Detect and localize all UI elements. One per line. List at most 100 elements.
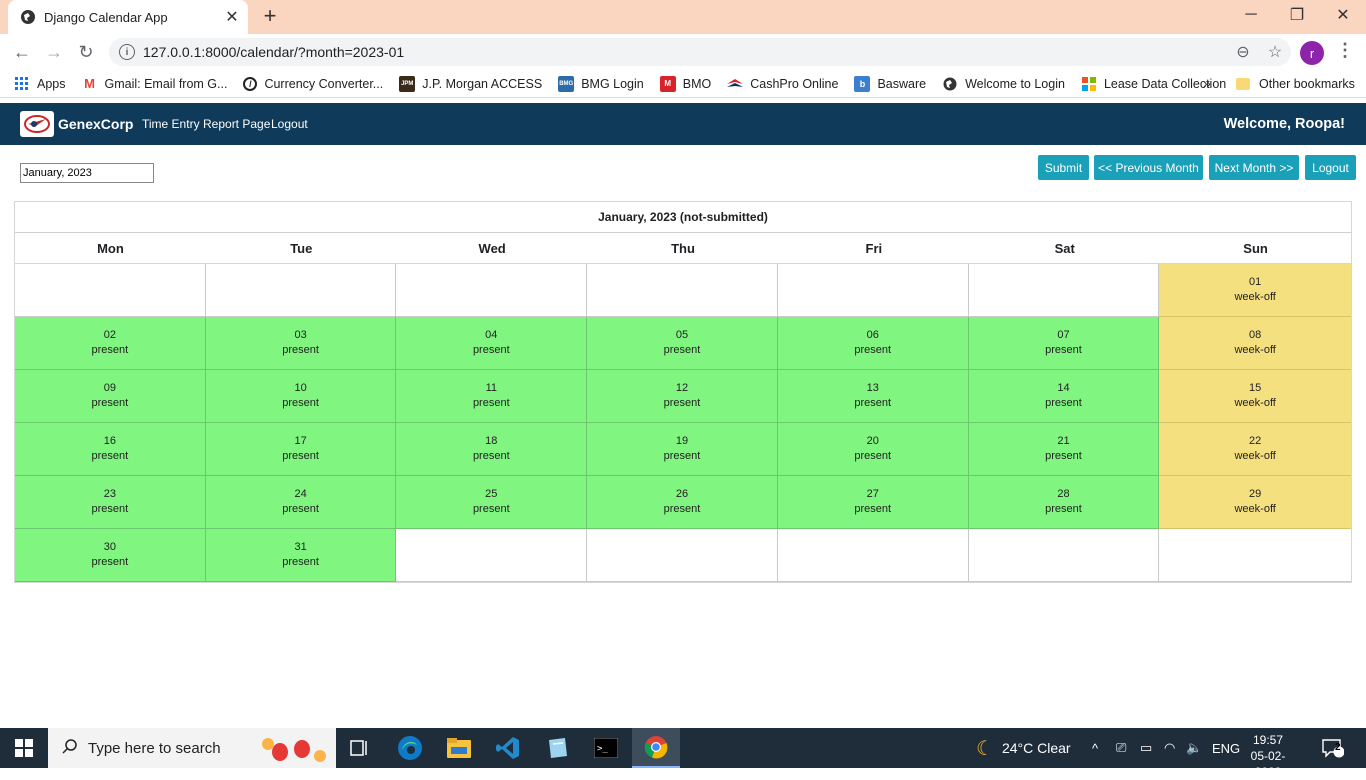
calendar-day-cell[interactable]: 16 present (15, 423, 206, 476)
close-window-icon[interactable]: ✕ (1320, 0, 1366, 30)
calendar-day-cell[interactable]: 14 present (968, 370, 1160, 423)
calendar-day-cell[interactable]: 18 present (396, 423, 588, 476)
show-hidden-icons[interactable]: ^ (1092, 728, 1098, 768)
wifi-icon[interactable]: ◠ (1164, 728, 1175, 768)
bookmark-star-icon[interactable]: ☆ (1259, 42, 1291, 62)
calendar-day-cell[interactable]: 13 present (777, 370, 969, 423)
app-icon[interactable] (541, 732, 573, 764)
next-month-button[interactable]: Next Month >> (1209, 155, 1299, 180)
svg-text:>_: >_ (597, 744, 608, 754)
back-icon[interactable]: ← (8, 38, 36, 66)
site-info-icon[interactable]: i (119, 44, 135, 60)
calendar-day-cell[interactable]: 02 present (15, 317, 206, 370)
terminal-icon[interactable]: >_ (590, 732, 622, 764)
chrome-menu-icon[interactable]: ⋮ (1336, 40, 1354, 64)
tab-title: Django Calendar App (44, 9, 168, 25)
edge-icon[interactable] (394, 732, 426, 764)
basware-icon: b (854, 75, 871, 92)
bookmark-apps[interactable]: Apps (14, 76, 66, 92)
notifications-icon[interactable]: 2 (1322, 728, 1344, 768)
calendar-day-cell[interactable]: 27 present (777, 476, 969, 529)
cashpro-icon (727, 76, 744, 92)
day-status: present (472, 450, 510, 462)
calendar-day-cell[interactable]: 07 present (968, 317, 1160, 370)
calendar-day-cell[interactable]: 30 present (15, 529, 206, 582)
new-tab-icon[interactable]: + (258, 5, 282, 29)
nav-time-entry[interactable]: Time Entry (142, 117, 200, 131)
calendar-day-cell[interactable]: 21 present (968, 423, 1160, 476)
file-explorer-icon[interactable] (443, 732, 475, 764)
calendar-day-cell[interactable]: 28 present (968, 476, 1160, 529)
nav-logout[interactable]: Logout (271, 117, 308, 131)
bookmark-bmo[interactable]: M BMO (659, 75, 711, 92)
calendar-day-cell[interactable]: 24 present (205, 476, 397, 529)
calendar-day-cell[interactable]: 19 present (587, 423, 778, 476)
day-status: present (91, 450, 129, 462)
day-number: 18 (485, 435, 498, 447)
more-bookmarks-icon[interactable]: » (1203, 75, 1211, 91)
day-status: present (1045, 397, 1082, 409)
taskbar-search[interactable]: Type here to search (48, 728, 336, 768)
battery-icon[interactable]: ▭ (1140, 728, 1152, 768)
bookmark-welcome-login[interactable]: Welcome to Login (942, 76, 1065, 92)
bookmark-jpmorgan[interactable]: JPM J.P. Morgan ACCESS (399, 75, 542, 92)
calendar-day-cell[interactable]: 15 week-off (1159, 370, 1352, 423)
nav-report-page[interactable]: Report Page (203, 117, 270, 131)
system-clock[interactable]: 19:57 05-02-2023 (1238, 732, 1298, 780)
bookmark-bmg[interactable]: BMG BMG Login (558, 75, 644, 92)
url-text: 127.0.0.1:8000/calendar/?month=2023-01 (143, 44, 405, 60)
calendar-day-cell[interactable]: 29 week-off (1159, 476, 1352, 529)
meet-now-icon[interactable]: ⎚ (1116, 728, 1126, 768)
calendar-day-cell[interactable]: 25 present (396, 476, 588, 529)
close-tab-icon[interactable]: ✕ (222, 7, 242, 27)
zoom-icon[interactable]: ⊖ (1227, 42, 1259, 62)
calendar-day-cell[interactable]: 26 present (587, 476, 778, 529)
previous-month-button[interactable]: << Previous Month (1094, 155, 1203, 180)
calendar-day-cell[interactable]: 31 present (205, 529, 397, 582)
calendar-day-cell[interactable]: 04 present (396, 317, 588, 370)
calendar-day-cell[interactable]: 08 week-off (1159, 317, 1352, 370)
calendar-day-cell[interactable]: 06 present (777, 317, 969, 370)
calendar-day-cell[interactable]: 17 present (205, 423, 397, 476)
bookmark-gmail[interactable]: M Gmail: Email from G... (82, 76, 227, 92)
calendar-day-cell[interactable]: 05 present (587, 317, 778, 370)
calendar-day-cell[interactable]: 09 present (15, 370, 206, 423)
calendar-day-cell[interactable]: 10 present (205, 370, 397, 423)
profile-avatar[interactable]: r (1300, 41, 1324, 65)
bookmark-cashpro[interactable]: CashPro Online (727, 76, 838, 92)
vscode-icon[interactable] (492, 732, 524, 764)
globe-icon (20, 9, 36, 25)
calendar-day-cell[interactable]: 03 present (205, 317, 397, 370)
address-bar[interactable]: i 127.0.0.1:8000/calendar/?month=2023-01… (109, 38, 1291, 66)
calendar-day-cell[interactable]: 23 present (15, 476, 206, 529)
bookmark-basware[interactable]: b Basware (854, 75, 926, 92)
calendar-empty-cell (1159, 529, 1352, 582)
language-indicator[interactable]: ENG (1212, 728, 1240, 768)
restore-icon[interactable]: ❐ (1274, 0, 1320, 30)
browser-tab[interactable]: Django Calendar App ✕ (8, 0, 248, 34)
calendar-week-row: 02 present 03 present 04 present 05 present 06 pr… (15, 317, 1352, 370)
weather-widget[interactable]: ☾ 24°C Clear (976, 728, 1071, 768)
calendar-week-row: 09 present 10 present 11 present 12 present 13 pr… (15, 370, 1352, 423)
forward-icon[interactable]: → (40, 38, 68, 66)
windows-start-icon[interactable] (0, 728, 48, 768)
submit-button[interactable]: Submit (1038, 155, 1089, 180)
calendar-day-cell[interactable]: 11 present (396, 370, 588, 423)
calendar-day-cell[interactable]: 12 present (587, 370, 778, 423)
calendar-day-cell[interactable]: 22 week-off (1159, 423, 1352, 476)
day-status: present (472, 344, 510, 356)
logout-button[interactable]: Logout (1305, 155, 1356, 180)
bookmark-currency[interactable]: / Currency Converter... (243, 76, 383, 91)
chrome-taskbar-icon[interactable] (632, 728, 680, 768)
other-bookmarks[interactable]: Other bookmarks (1236, 70, 1355, 98)
reload-icon[interactable]: ↻ (72, 38, 100, 66)
volume-icon[interactable]: 🔈 (1186, 728, 1202, 768)
weekday-sat: Sat (1054, 241, 1075, 256)
task-view-icon[interactable] (344, 732, 376, 764)
calendar-day-cell[interactable]: 20 present (777, 423, 969, 476)
minimize-icon[interactable]: ─ (1228, 0, 1274, 30)
calendar-day-cell[interactable]: 01 week-off (1159, 264, 1352, 317)
day-number: 15 (1249, 382, 1262, 394)
brand-logo[interactable]: GenexCorp (20, 111, 133, 137)
month-input[interactable] (20, 163, 154, 183)
